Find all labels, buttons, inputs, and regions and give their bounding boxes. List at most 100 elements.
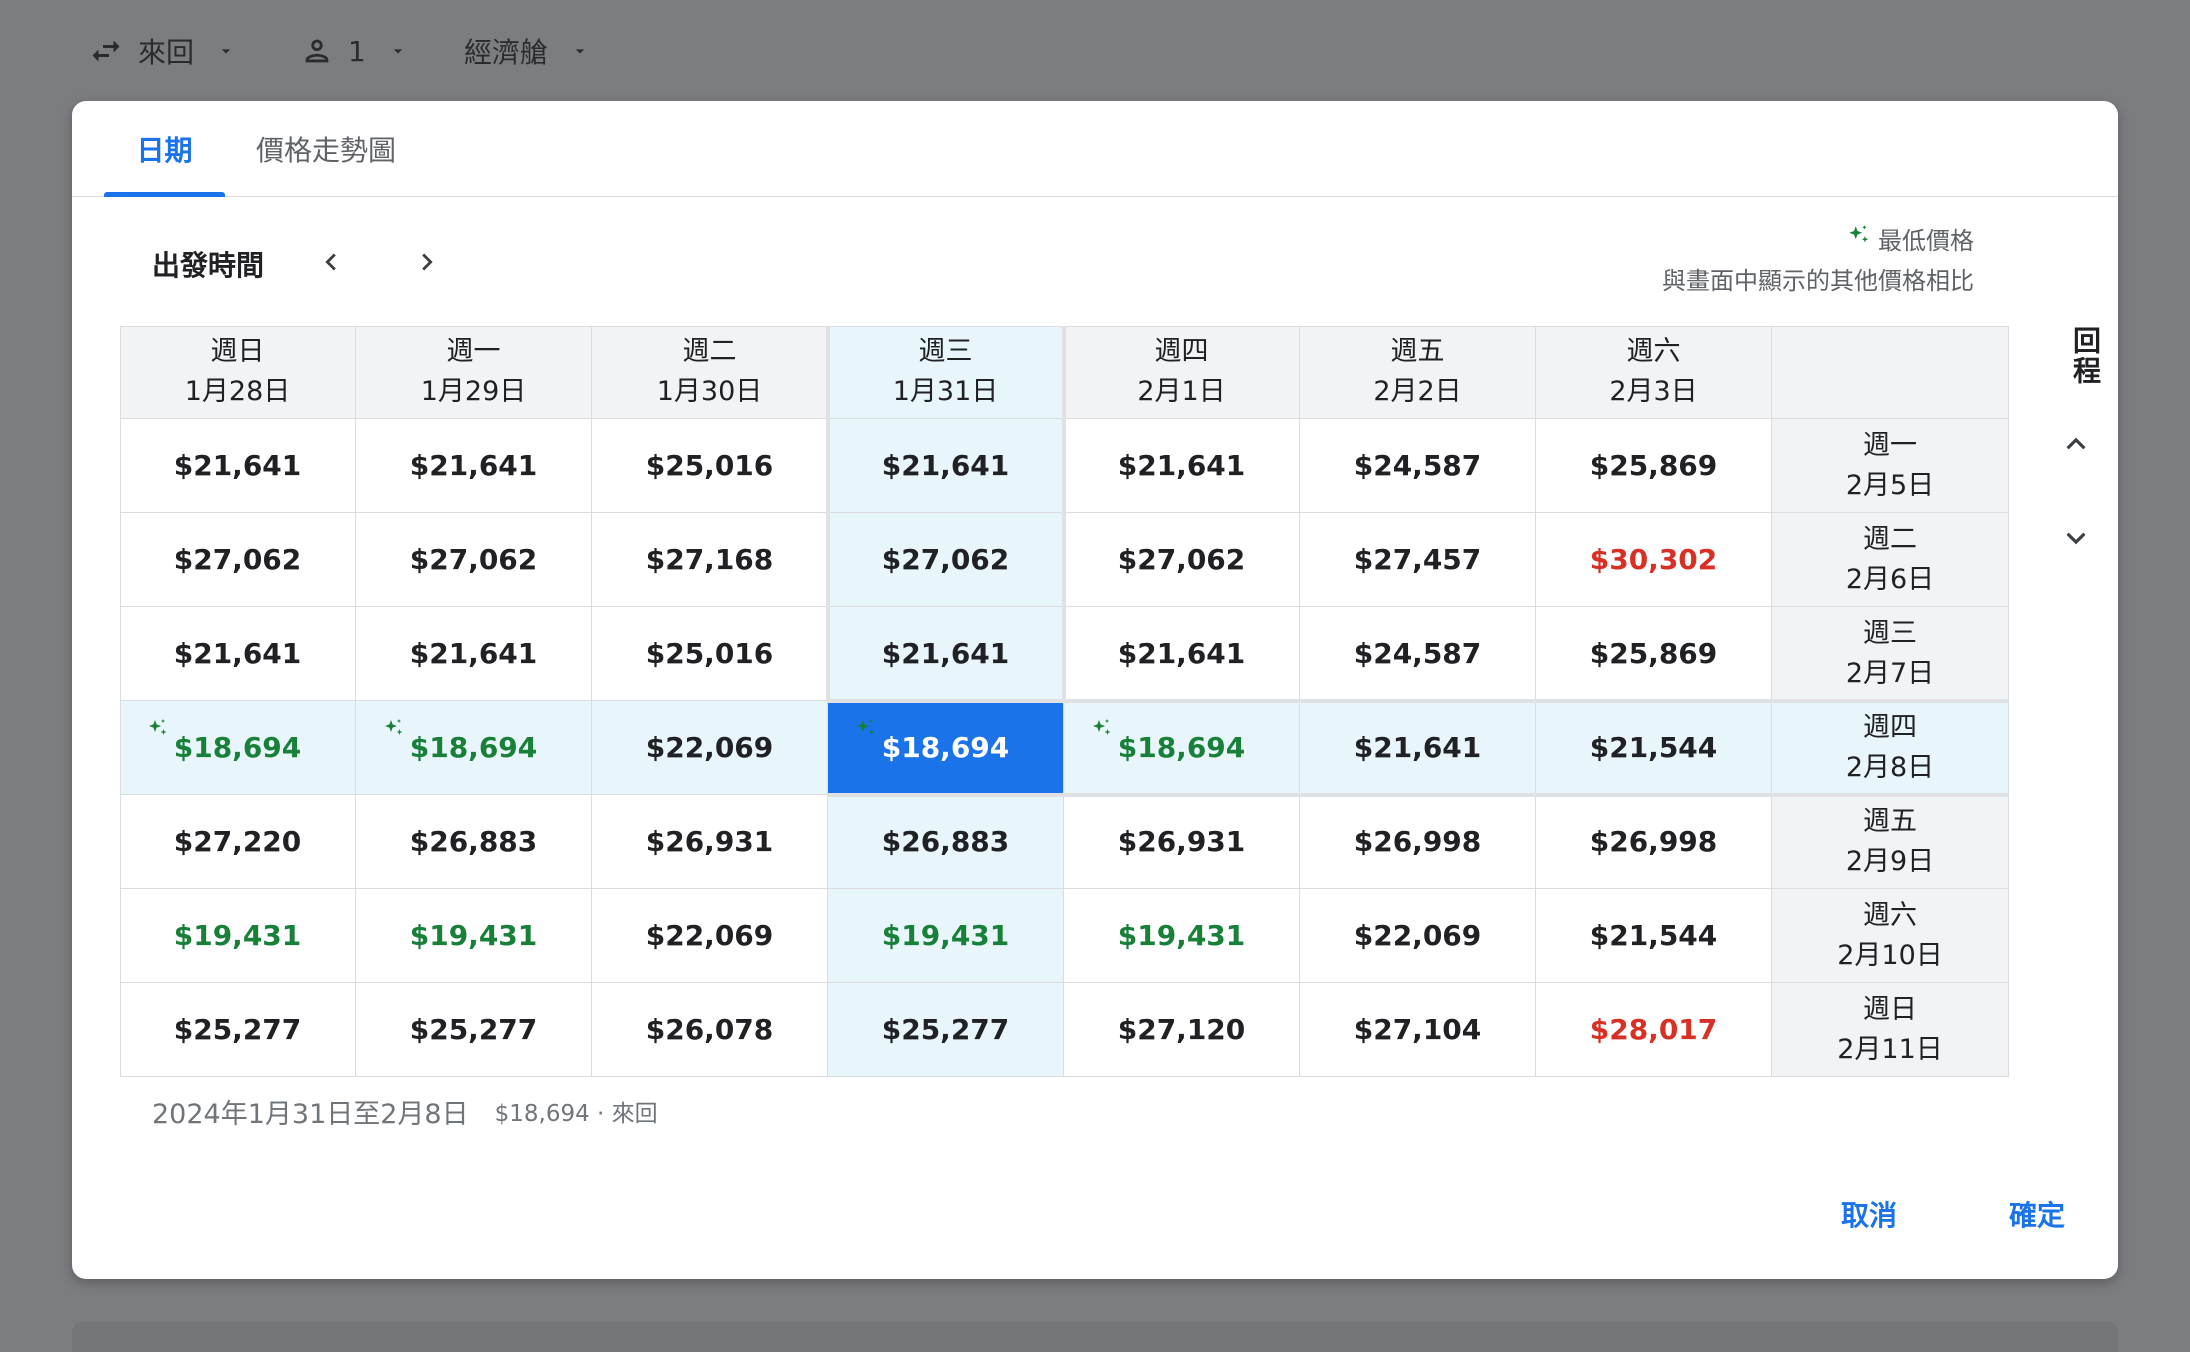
price-cell[interactable]: $21,544 [1536,701,1772,795]
price-cell[interactable]: $21,641 [828,419,1064,513]
price-cell[interactable]: $21,641 [120,607,356,701]
return-date-header: 週日 2月11日 [1772,983,2009,1077]
weekday-label: 週三 [1863,617,1917,649]
tab-dates[interactable]: 日期 [104,101,225,196]
price-cell[interactable]: $27,104 [1300,983,1536,1077]
price-cell[interactable]: $24,587 [1300,607,1536,701]
date-label: 2月6日 [1845,563,1935,595]
price-value: $26,883 [409,825,538,858]
price-cell[interactable]: $26,931 [592,795,828,889]
price-cell[interactable]: $21,641 [356,607,592,701]
price-cell[interactable]: $26,078 [592,983,828,1077]
price-cell[interactable]: $18,694 [356,701,592,795]
return-prev-button[interactable] [2049,419,2103,473]
sparkle-icon [854,715,878,739]
date-grid-dialog: 日期 價格走勢圖 出發時間 最低價格 與畫面中顯示的其他價格相比 週日 1月28日… [72,101,2118,1279]
price-cell[interactable]: $26,883 [356,795,592,889]
price-cell[interactable]: $22,069 [1300,889,1536,983]
price-cell[interactable]: $25,277 [828,983,1064,1077]
chevron-left-icon [314,245,348,283]
price-value: $19,431 [1117,919,1246,952]
departure-label: 出發時間 [152,249,265,282]
price-cell[interactable]: $24,587 [1300,419,1536,513]
legend-title: 最低價格 [1878,227,1974,255]
price-cell[interactable]: $21,641 [828,607,1064,701]
date-label: 1月30日 [656,376,763,407]
return-next-button[interactable] [2049,513,2103,567]
selected-price-cell[interactable]: $18,694 [828,701,1064,795]
price-cell[interactable]: $27,062 [1064,513,1300,607]
price-cell[interactable]: $18,694 [120,701,356,795]
price-cell[interactable]: $27,120 [1064,983,1300,1077]
lowest-price-legend: 最低價格 與畫面中顯示的其他價格相比 [1662,221,1974,301]
return-date-header: 週四 2月8日 [1772,701,2009,795]
price-cell[interactable]: $19,431 [1064,889,1300,983]
price-value: $27,457 [1353,543,1482,576]
weekday-label: 週一 [446,336,501,367]
price-cell[interactable]: $21,641 [120,419,356,513]
price-cell[interactable]: $25,016 [592,419,828,513]
price-value: $27,104 [1353,1013,1482,1046]
price-cell[interactable]: $21,641 [1300,701,1536,795]
price-cell[interactable]: $25,869 [1536,607,1772,701]
price-value: $21,641 [881,449,1010,482]
price-cell[interactable]: $27,062 [120,513,356,607]
tab-price-graph-label: 價格走勢圖 [255,133,396,167]
weekday-label: 週六 [1626,336,1681,367]
price-value: $26,883 [881,825,1010,858]
price-cell[interactable]: $19,431 [828,889,1064,983]
price-cell[interactable]: $26,998 [1536,795,1772,889]
price-cell[interactable]: $22,069 [592,889,828,983]
price-cell[interactable]: $21,544 [1536,889,1772,983]
price-value: $25,869 [1589,449,1718,482]
price-cell[interactable]: $25,277 [120,983,356,1077]
price-cell[interactable]: $21,641 [1064,607,1300,701]
price-cell[interactable]: $21,641 [356,419,592,513]
confirm-button[interactable]: 確定 [1982,1189,2092,1239]
departure-next-button[interactable] [402,239,452,289]
price-cell[interactable]: $21,641 [1064,419,1300,513]
price-value: $18,694 [1117,731,1246,764]
price-cell[interactable]: $22,069 [592,701,828,795]
departure-prev-button[interactable] [306,239,356,289]
date-label: 2月2日 [1373,376,1462,407]
weekday-label: 週五 [1390,336,1445,367]
price-cell[interactable]: $30,302 [1536,513,1772,607]
selection-summary: 2024年1月31日至2月8日 $18,694 · 來回 [152,1091,658,1131]
price-cell[interactable]: $25,869 [1536,419,1772,513]
price-cell[interactable]: $18,694 [1064,701,1300,795]
price-value: $25,277 [881,1013,1010,1046]
price-cell[interactable]: $19,431 [356,889,592,983]
price-cell[interactable]: $27,220 [120,795,356,889]
tab-price-graph[interactable]: 價格走勢圖 [246,101,406,196]
price-cell[interactable]: $28,017 [1536,983,1772,1077]
price-cell[interactable]: $25,016 [592,607,828,701]
price-cell[interactable]: $27,457 [1300,513,1536,607]
legend-subtitle: 與畫面中顯示的其他價格相比 [1662,267,1974,295]
price-value: $21,641 [409,637,538,670]
price-cell[interactable]: $26,998 [1300,795,1536,889]
price-cell[interactable]: $27,062 [828,513,1064,607]
cancel-button[interactable]: 取消 [1814,1189,1924,1239]
weekday-label: 週二 [682,336,737,367]
weekday-label: 週日 [1863,993,1917,1025]
trip-type-dropdown[interactable]: 來回 [88,26,236,76]
price-value: $30,302 [1589,543,1718,576]
price-cell[interactable]: $26,931 [1064,795,1300,889]
price-cell[interactable]: $25,277 [356,983,592,1077]
departure-date-header: 週一 1月29日 [356,326,592,419]
price-cell[interactable]: $27,168 [592,513,828,607]
price-cell[interactable]: $27,062 [356,513,592,607]
price-value: $26,931 [645,825,774,858]
trip-type-label: 來回 [138,36,195,69]
tab-bar: 日期 價格走勢圖 [72,101,2118,197]
price-value: $27,220 [173,825,302,858]
return-label: 回程 [2069,326,2102,386]
price-value: $21,641 [1353,731,1482,764]
price-cell[interactable]: $19,431 [120,889,356,983]
price-value: $25,016 [645,449,774,482]
passengers-dropdown[interactable]: 1 [300,26,408,76]
cabin-class-dropdown[interactable]: 經濟艙 [464,26,590,76]
chevron-down-icon [570,41,590,61]
price-cell[interactable]: $26,883 [828,795,1064,889]
